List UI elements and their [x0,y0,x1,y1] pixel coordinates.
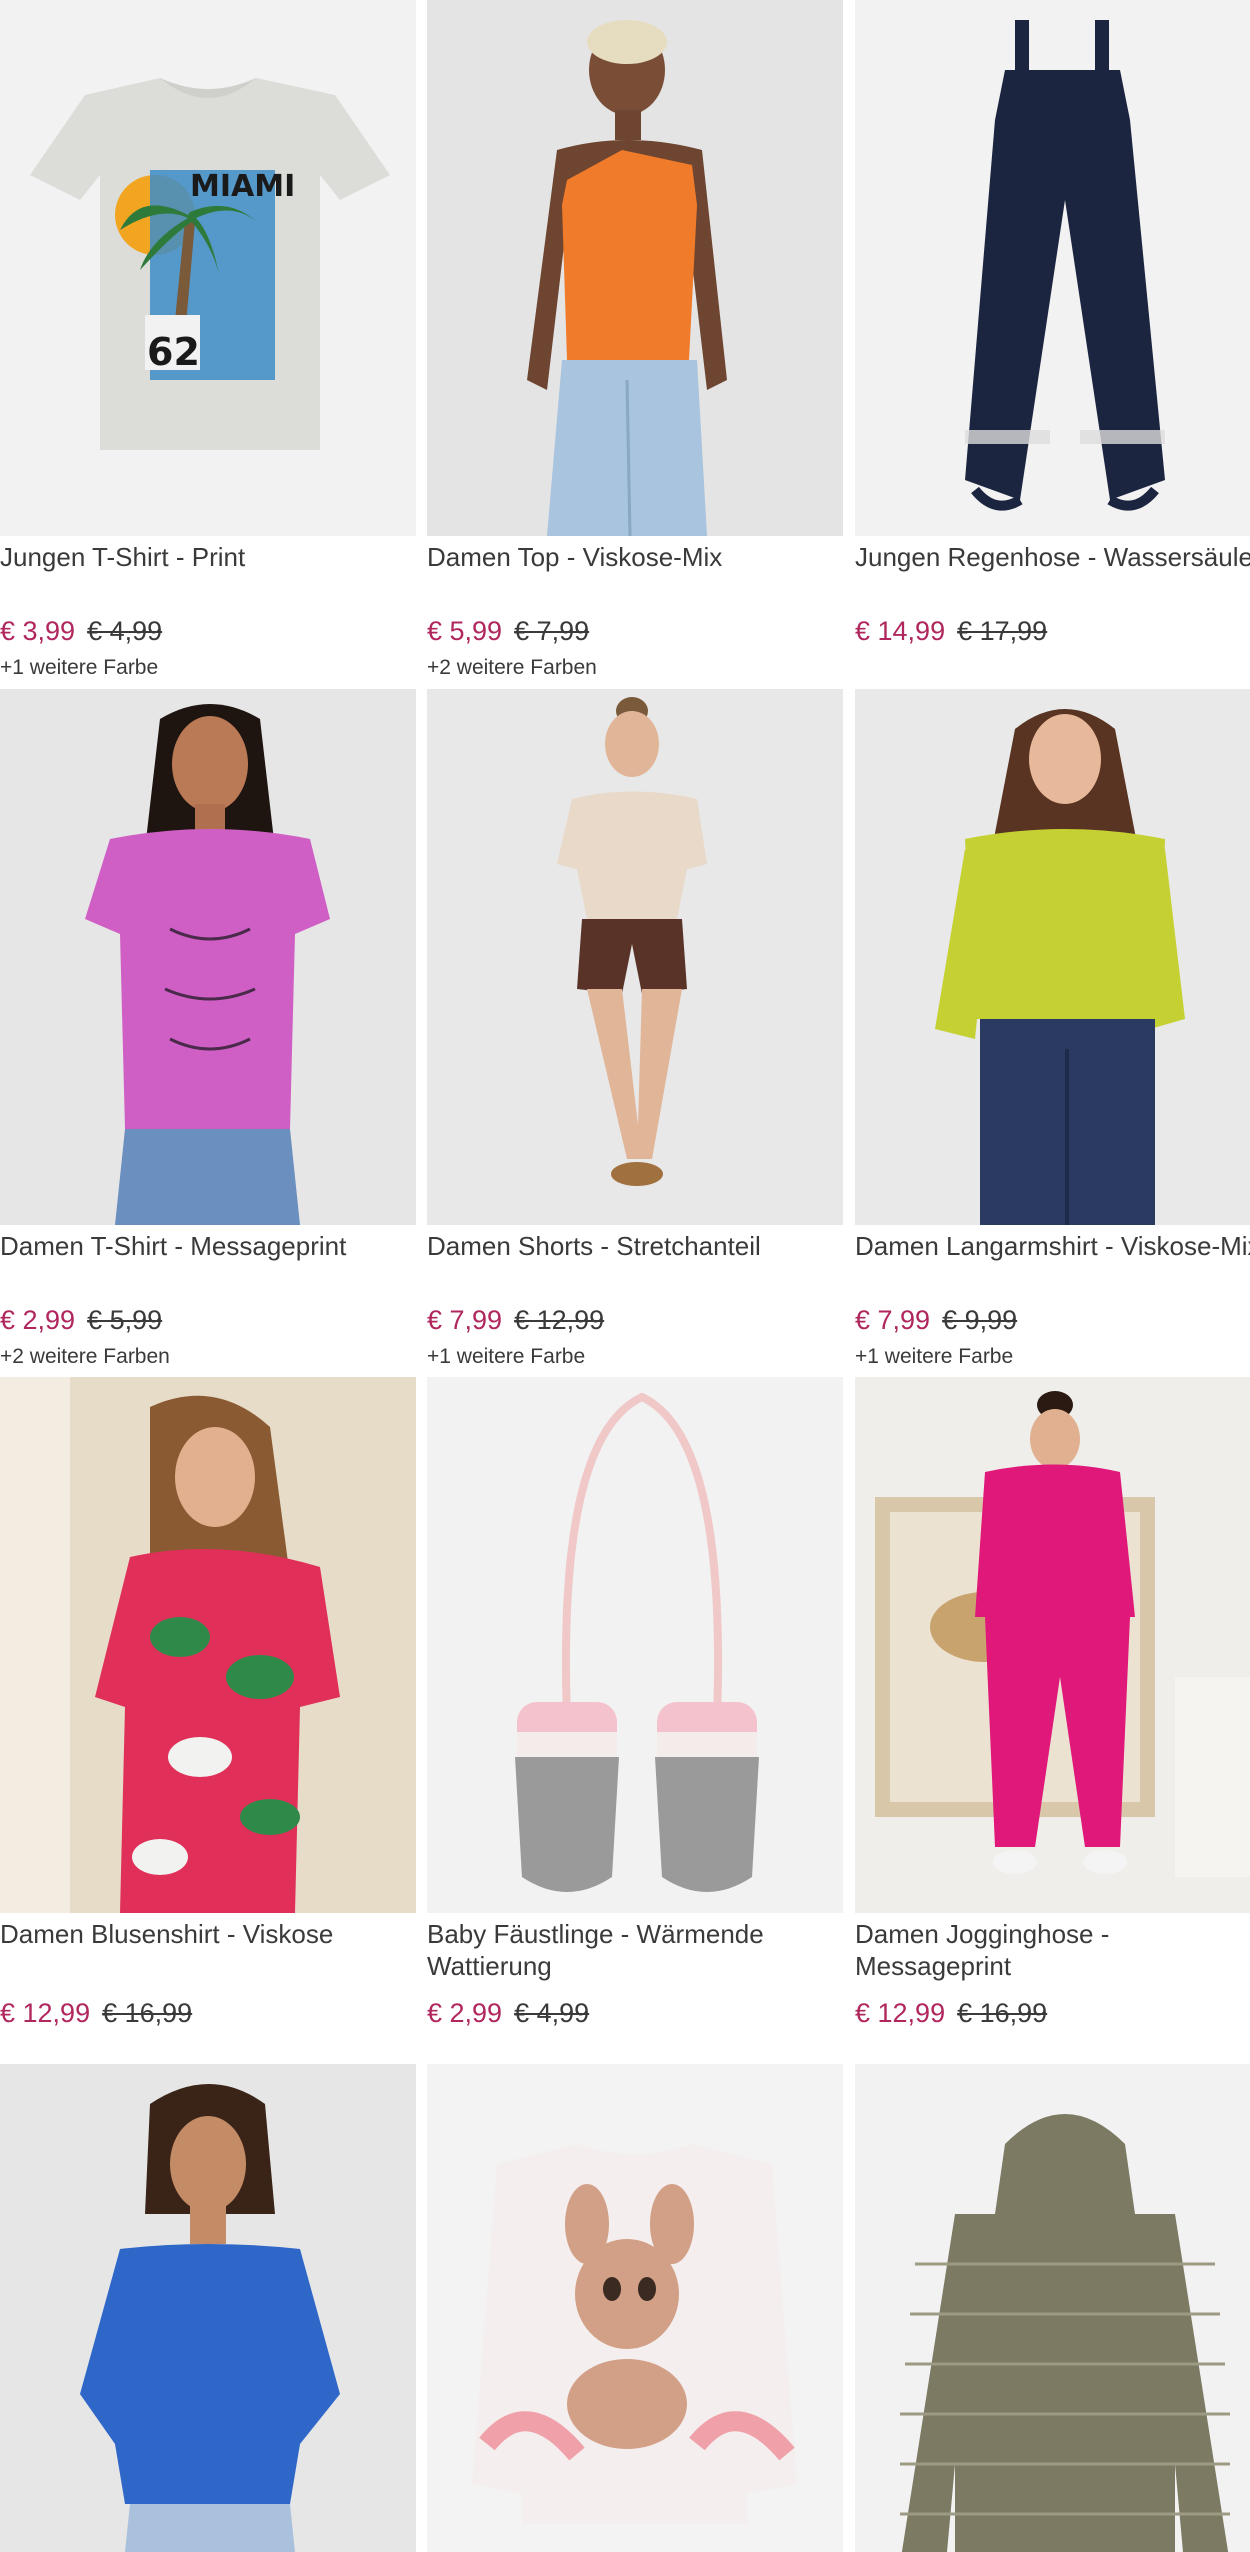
product-old-price: € 16,99 [957,1998,1048,2028]
product-price: € 12,99 [0,1998,91,2028]
model-image [0,2064,416,2552]
product-title[interactable]: Damen Jogginghose - Messageprint [855,1918,1250,1982]
print-title: MIAMI [190,169,295,204]
product-image[interactable] [855,1377,1250,1913]
price-row: € 3,99 € 4,99 [0,614,162,648]
product-image[interactable] [855,689,1250,1225]
tshirt-image: MIAMI 62 [0,0,416,536]
color-variants[interactable]: +1 weitere Farbe [427,1344,585,1370]
product-price: € 14,99 [855,616,946,646]
color-variants[interactable]: +1 weitere Farbe [855,1344,1013,1370]
product-price: € 12,99 [855,1998,946,2028]
product-price: € 2,99 [427,1998,503,2028]
price-row: € 7,99 € 12,99 [427,1303,604,1337]
model-image [855,1377,1250,1913]
model-image [0,1377,416,1913]
product-old-price: € 5,99 [87,1305,163,1335]
sweater-image [427,2064,843,2552]
model-image [427,0,843,536]
product-title[interactable]: Damen Blusenshirt - Viskose [0,1918,416,1950]
product-old-price: € 16,99 [102,1998,193,2028]
product-title[interactable]: Jungen T-Shirt - Print [0,541,416,573]
product-image[interactable] [427,1377,843,1913]
product-title[interactable]: Damen Top - Viskose-Mix [427,541,843,573]
product-old-price: € 9,99 [942,1305,1018,1335]
product-image[interactable]: MIAMI 62 [0,0,416,536]
price-row: € 2,99 € 4,99 [427,1996,589,2030]
color-variants[interactable]: +2 weitere Farben [0,1344,170,1370]
product-old-price: € 17,99 [957,616,1048,646]
color-variants[interactable]: +2 weitere Farben [427,655,597,681]
print-number: 62 [147,330,200,374]
product-image[interactable] [855,0,1250,536]
product-old-price: € 4,99 [87,616,163,646]
product-image[interactable] [427,689,843,1225]
price-row: € 12,99 € 16,99 [855,1996,1047,2030]
product-title[interactable]: Damen Langarmshirt - Viskose-Mix [855,1230,1250,1262]
product-image[interactable] [855,2064,1250,2552]
product-price: € 3,99 [0,616,76,646]
product-old-price: € 7,99 [514,616,590,646]
product-image[interactable] [427,0,843,536]
product-title[interactable]: Damen T-Shirt - Messageprint [0,1230,416,1262]
product-price: € 5,99 [427,616,503,646]
rain-pants-image [855,0,1250,536]
product-title[interactable]: Damen Shorts - Stretchanteil [427,1230,843,1262]
product-title[interactable]: Jungen Regenhose - Wassersäule [855,541,1250,573]
product-title[interactable]: Baby Fäustlinge - Wärmende Wattierung [427,1918,843,1982]
product-image[interactable] [427,2064,843,2552]
mittens-image [427,1377,843,1913]
model-image [855,689,1250,1225]
model-image [0,689,416,1225]
price-row: € 5,99 € 7,99 [427,614,589,648]
product-price: € 2,99 [0,1305,76,1335]
hoodie-image [855,2064,1250,2552]
price-row: € 2,99 € 5,99 [0,1303,162,1337]
product-price: € 7,99 [855,1305,931,1335]
price-row: € 7,99 € 9,99 [855,1303,1017,1337]
product-old-price: € 4,99 [514,1998,590,2028]
price-row: € 12,99 € 16,99 [0,1996,192,2030]
product-image[interactable] [0,2064,416,2552]
color-variants[interactable]: +1 weitere Farbe [0,655,158,681]
model-image [427,689,843,1225]
product-price: € 7,99 [427,1305,503,1335]
product-image[interactable] [0,1377,416,1913]
price-row: € 14,99 € 17,99 [855,614,1047,648]
product-old-price: € 12,99 [514,1305,605,1335]
product-image[interactable] [0,689,416,1225]
product-grid: MIAMI 62 Jungen T-Shirt - Print € 3,99 € … [0,0,1250,2552]
